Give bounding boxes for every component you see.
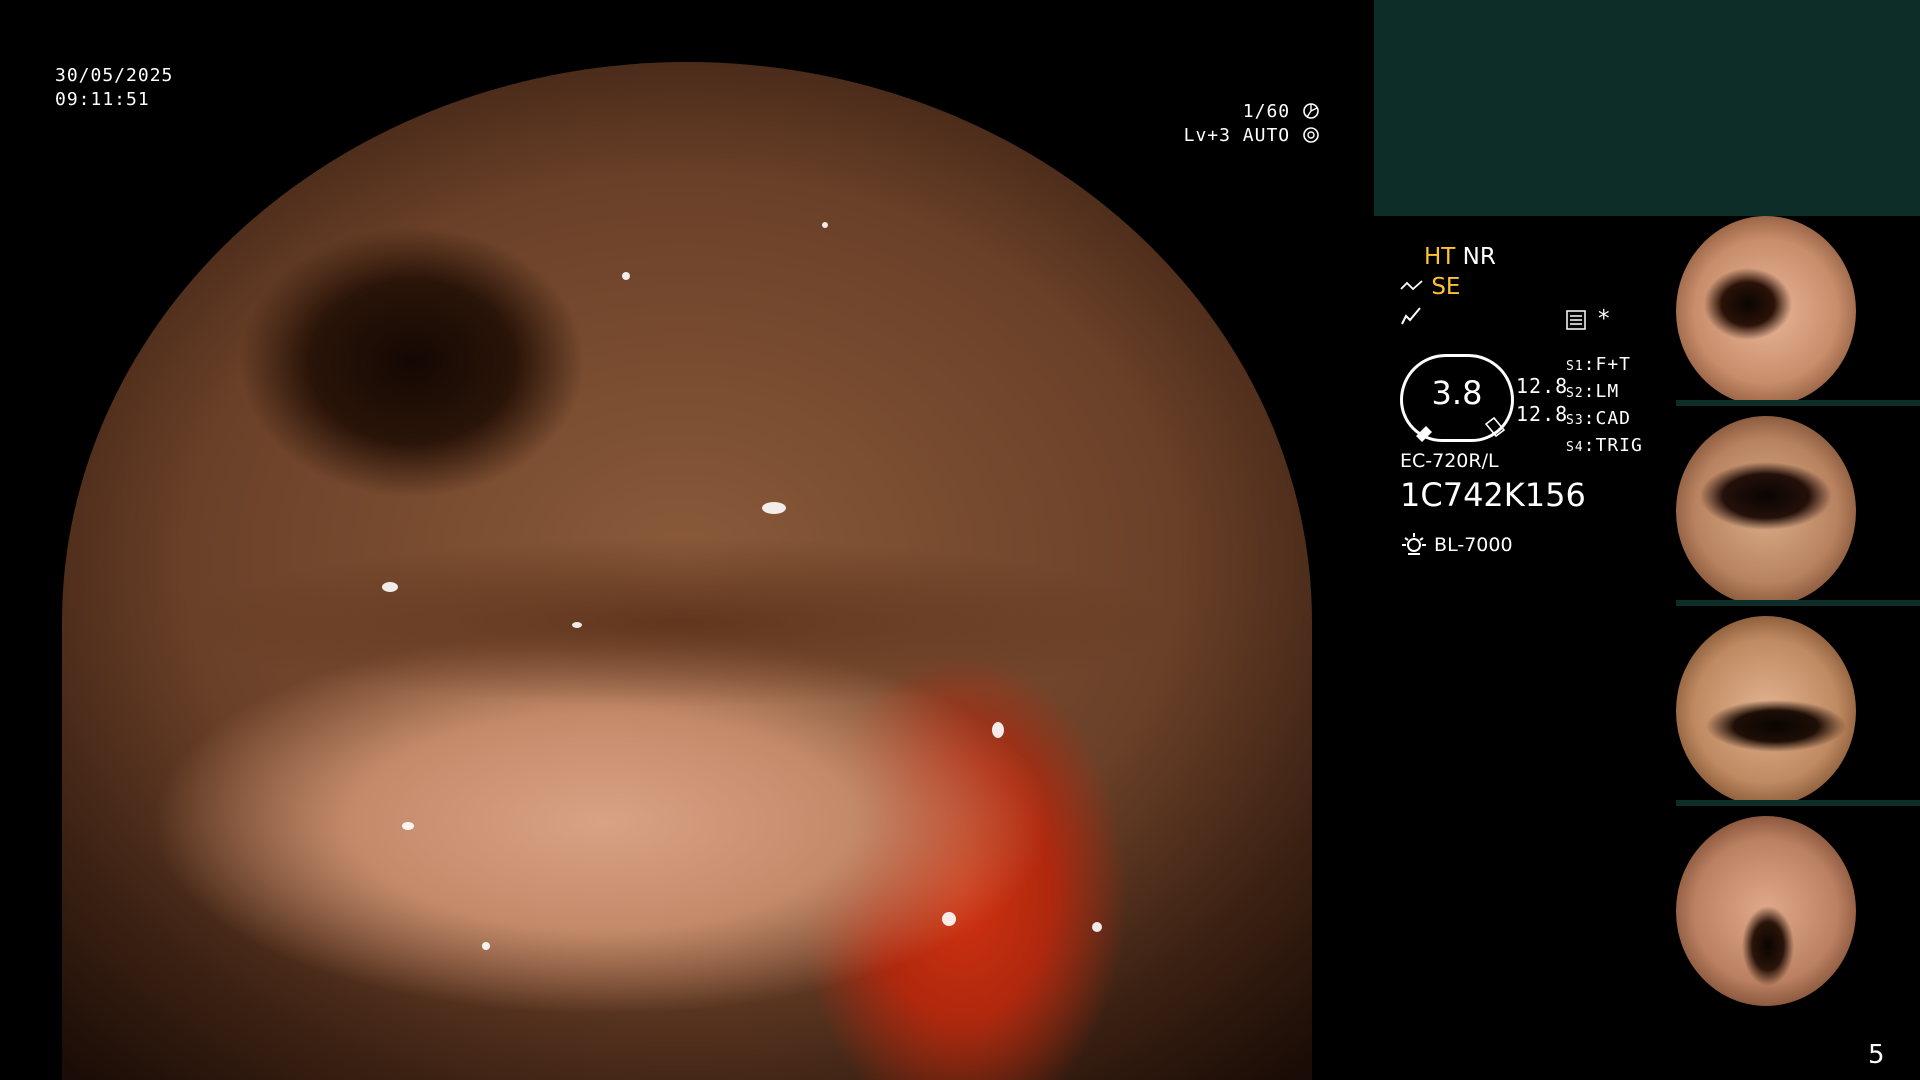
gauge-marker-icon: [1416, 416, 1506, 442]
wave-icon: [1400, 280, 1423, 291]
mode-row-2: SE: [1400, 274, 1460, 300]
endoscope-view: [62, 62, 1312, 1080]
se-label: SE: [1431, 274, 1461, 300]
switch-list: S1:F+T S2:LM S3:CAD S4:TRIG: [1566, 352, 1643, 460]
switch-row: S1:F+T: [1566, 354, 1632, 375]
level-label: Lv+3 AUTO: [1183, 125, 1291, 146]
readout-2: 12.8: [1516, 402, 1569, 426]
shutter-label: 1/60: [1242, 101, 1291, 122]
light-source-row: BL-7000: [1400, 530, 1513, 558]
mode-row-1: HT NR: [1424, 244, 1496, 270]
thumbnail-3[interactable]: [1672, 616, 1920, 806]
nr-label: NR: [1462, 244, 1496, 270]
star-label: *: [1598, 306, 1610, 332]
lamp-icon: [1402, 533, 1426, 555]
readouts: 12.8 12.8: [1516, 372, 1568, 428]
ht-label: HT: [1424, 244, 1456, 270]
gauge-value: 3.8: [1431, 374, 1483, 412]
switch-row: S2:LM: [1566, 381, 1620, 402]
thumbnail-4[interactable]: [1672, 816, 1920, 1012]
shutter-wheel-icon: [1303, 103, 1319, 119]
thumbnail-2[interactable]: [1672, 416, 1920, 606]
timestamp: 30/05/2025 09:11:51: [55, 64, 173, 112]
readout-1: 12.8: [1516, 374, 1569, 398]
sharpness-icon: [1401, 307, 1421, 325]
page-number: 5: [1868, 1040, 1885, 1070]
date-label: 30/05/2025: [55, 65, 174, 86]
time-label: 09:11:51: [55, 89, 150, 110]
scope-model: EC-720R/L: [1400, 450, 1499, 472]
serial-number: 1C742K156: [1400, 476, 1586, 514]
thumbnail-1[interactable]: [1672, 216, 1920, 406]
switch-row: S3:CAD: [1566, 408, 1632, 429]
switch-row: S4:TRIG: [1566, 435, 1643, 456]
panel-header: [1374, 0, 1920, 216]
exposure-info: 1/60 Lv+3 AUTO: [1160, 100, 1320, 148]
iris-icon: [1303, 127, 1319, 143]
menu-icon: [1566, 310, 1586, 330]
light-source-label: BL-7000: [1434, 534, 1513, 556]
